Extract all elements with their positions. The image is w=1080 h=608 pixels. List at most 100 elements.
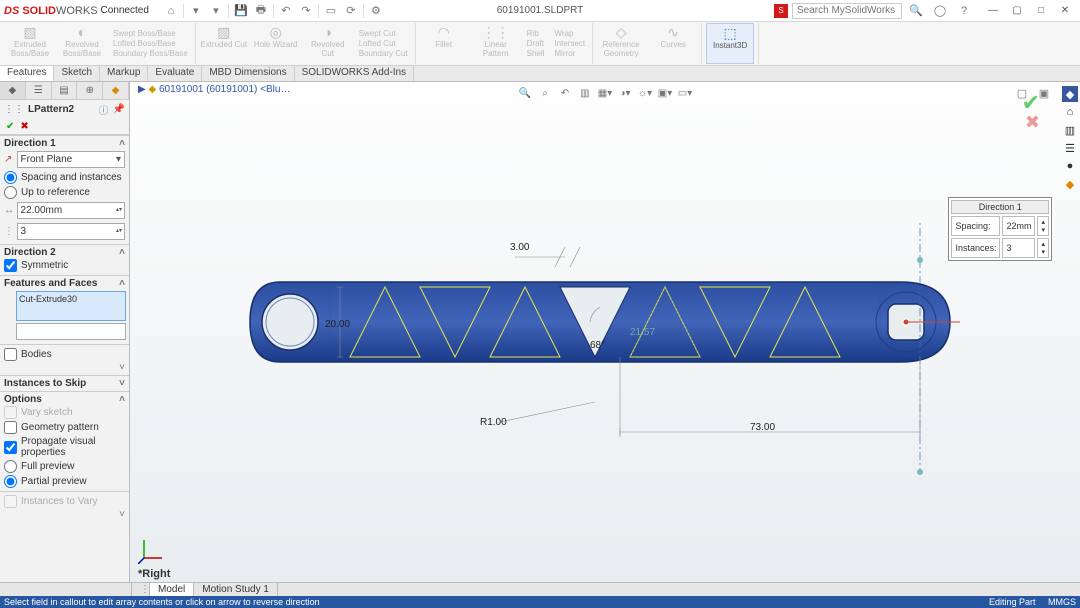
dim-68[interactable]: 68° [590,340,605,351]
taskpane-view[interactable]: ☰ [1062,140,1078,156]
new-icon[interactable]: ▾ [186,2,206,20]
zoom-area-icon[interactable]: ⌕ [537,85,553,101]
revolved-boss-button[interactable]: ◐Revolved Boss/Base [58,23,106,64]
chevron-down-icon[interactable]: ˅ [119,362,125,373]
options-icon[interactable]: ⚙ [366,2,386,20]
dir1-header[interactable]: Direction 1 [4,138,56,149]
ok-button[interactable]: ✔ [6,121,14,132]
boss-list[interactable]: Swept Boss/BaseLofted Boss/BaseBoundary … [110,23,191,64]
panel-tab-4[interactable]: ⊕ [77,82,103,99]
tab-evaluate[interactable]: Evaluate [148,66,202,81]
mysolidworks-icon[interactable]: S [774,4,788,18]
ff-header[interactable]: Features and Faces [4,278,97,289]
save-icon[interactable]: 💾 [231,2,251,20]
reject-icon[interactable]: ✖ [1025,112,1040,133]
undo-icon[interactable]: ↶ [276,2,296,20]
print-icon[interactable]: 🖶 [251,2,271,20]
linear-pattern-button[interactable]: ⋮⋮Linear Pattern [472,23,520,64]
features-listbox[interactable]: Cut-Extrude30 [16,291,126,321]
chevron-down-icon-3[interactable]: ˅ [119,509,125,520]
panel-tab-2[interactable]: ☰ [26,82,52,99]
pin-icon[interactable]: ⓘ [99,102,109,117]
uptoref-radio[interactable]: Up to reference [4,185,125,200]
tab-features[interactable]: Features [0,66,54,81]
taskpane-appear[interactable]: ● [1062,158,1078,174]
restore-button[interactable]: ▢ [1006,2,1028,20]
tab-model[interactable]: Model [150,583,194,596]
extruded-boss-button[interactable]: ▧Extruded Boss/Base [6,23,54,64]
open-icon[interactable]: ▾ [206,2,226,20]
home-icon[interactable]: ⌂ [161,2,181,20]
reverse-dir-icon[interactable]: ↗ [4,154,15,165]
chevron-up-icon-2[interactable]: ˄ [119,247,125,258]
revolved-cut-button[interactable]: ◑Revolved Cut [304,23,352,64]
taskpane-home[interactable]: ⌂ [1062,104,1078,120]
hide-show-icon[interactable]: ◑▾ [617,85,633,101]
tab-addins[interactable]: SOLIDWORKS Add-Ins [295,66,414,81]
tab-motion[interactable]: Motion Study 1 [194,583,278,596]
section-icon[interactable]: ▥ [577,85,593,101]
dim-20[interactable]: 20.00 [325,319,350,330]
close-button[interactable]: ✕ [1054,2,1076,20]
faces-listbox[interactable] [16,323,126,340]
dim-3[interactable]: 3.00 [510,242,529,253]
status-units[interactable]: MMGS [1048,597,1076,607]
spacing-input[interactable]: 22.00mm [17,202,125,219]
spacing-radio[interactable]: Spacing and instances [4,170,125,185]
instances-input[interactable]: 3 [17,223,125,240]
panel-tab-5[interactable]: ◆ [103,82,129,99]
display-icon[interactable]: ▭▾ [677,85,693,101]
taskpane-custom[interactable]: ◆ [1062,176,1078,192]
user-icon[interactable]: ◯ [930,2,950,20]
skip-header[interactable]: Instances to Skip [4,378,86,389]
callout-spacing-value[interactable]: 22mm [1002,216,1035,236]
panel-tab-1[interactable]: ◆ [0,82,26,99]
taskpane-sw[interactable]: ◆ [1062,86,1078,102]
chevron-down-icon-2[interactable]: ˅ [119,378,125,389]
cut-list[interactable]: Swept CutLofted CutBoundary Cut [356,23,411,64]
tab-markup[interactable]: Markup [100,66,148,81]
direction-plane-select[interactable]: Front Plane [17,151,126,168]
opts-header[interactable]: Options [4,394,42,405]
dir2-header[interactable]: Direction 2 [4,247,56,258]
scene-icon[interactable]: ☼▾ [637,85,653,101]
bodies-check[interactable]: Bodies [4,347,125,362]
ref-geom-button[interactable]: ◇Reference Geometry [597,23,645,64]
partial-preview-radio[interactable]: Partial preview [4,474,125,489]
propagate-check[interactable]: Propagate visual properties [4,435,125,459]
tab-mbd[interactable]: MBD Dimensions [202,66,294,81]
fillet-button[interactable]: ◠Fillet [420,23,468,64]
feat-list-2[interactable]: WrapIntersectMirror [551,23,588,64]
rebuild-icon[interactable]: ⟳ [341,2,361,20]
symmetric-check[interactable]: Symmetric [4,258,125,273]
chevron-up-icon-4[interactable]: ˄ [119,394,125,405]
cancel-button[interactable]: ✖ [20,121,28,132]
view-orient-icon[interactable]: ▣▾ [657,85,673,101]
redo-icon[interactable]: ↷ [296,2,316,20]
prev-view-icon[interactable]: ↶ [557,85,573,101]
triad-icon[interactable] [138,536,166,564]
dim-r1[interactable]: R1.00 [480,417,507,428]
select-icon[interactable]: ▭ [321,2,341,20]
help-feature-icon[interactable]: 📌 [113,104,125,115]
full-preview-radio[interactable]: Full preview [4,459,125,474]
hole-wizard-button[interactable]: ◎Hole Wizard [252,23,300,64]
extruded-cut-button[interactable]: ▨Extruded Cut [200,23,248,64]
search-icon[interactable]: 🔍 [906,2,926,20]
zoom-fit-icon[interactable]: 🔍 [517,85,533,101]
minimize-button[interactable]: — [982,2,1004,20]
geom-pattern-check[interactable]: Geometry pattern [4,420,125,435]
tab-sketch[interactable]: Sketch [54,66,100,81]
search-input[interactable] [792,3,902,19]
curves-button[interactable]: ∿Curves [649,23,697,64]
instant3d-button[interactable]: ⬚Instant3D [706,23,754,64]
feat-list-1[interactable]: RibDraftShell [524,23,548,64]
help-icon[interactable]: ? [954,2,974,20]
breadcrumb[interactable]: ▶ ◆ 60191001 (60191001) <Blu… [138,84,290,95]
dim-73[interactable]: 73.00 [750,422,775,433]
chevron-up-icon-3[interactable]: ˄ [119,278,125,289]
tab-nav[interactable]: ⋮⋮ [132,583,150,596]
taskpane-lib[interactable]: ▥ [1062,122,1078,138]
dim-2157[interactable]: 21.57 [630,327,655,338]
panel-tab-3[interactable]: ▤ [52,82,78,99]
